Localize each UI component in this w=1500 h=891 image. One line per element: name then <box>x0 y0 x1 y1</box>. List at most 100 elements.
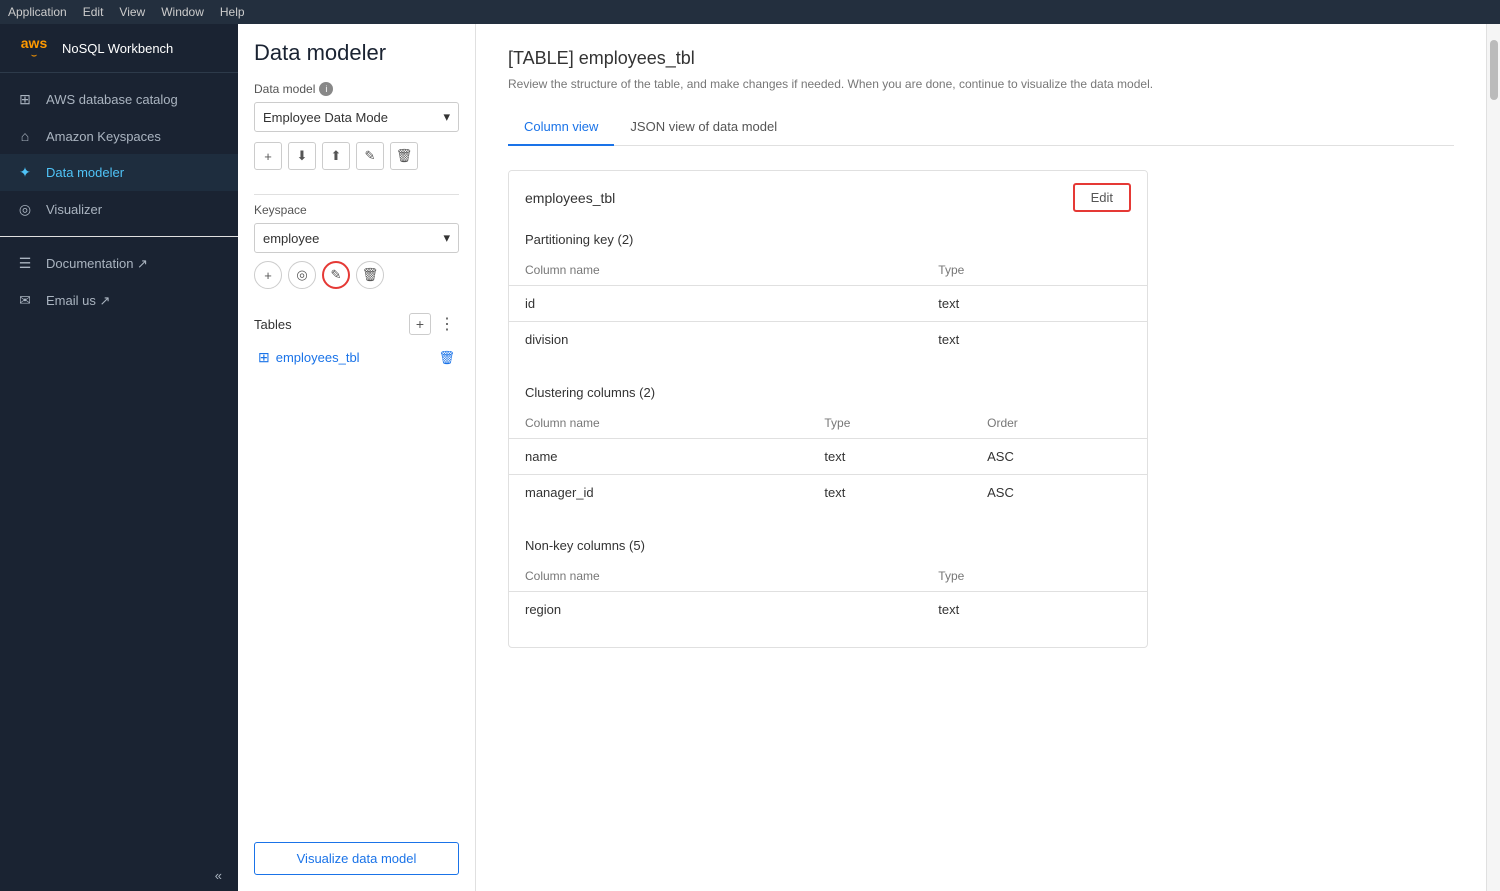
content-subtitle: Review the structure of the table, and m… <box>508 77 1454 91</box>
tables-title: Tables <box>254 317 292 332</box>
table-row: region text <box>509 592 1147 628</box>
sidebar-item-keyspaces[interactable]: ⌂ Amazon Keyspaces <box>0 118 238 154</box>
sidebar-item-documentation[interactable]: ☰ Documentation ↗ <box>0 245 238 282</box>
clustering-columns-table: Column name Type Order name text ASC man… <box>509 408 1147 510</box>
tables-menu-button[interactable]: ⋮ <box>435 314 459 334</box>
data-model-label: Data model i <box>254 82 459 96</box>
sidebar-item-visualizer[interactable]: ◎ Visualizer <box>0 191 238 228</box>
table-card-name: employees_tbl <box>525 190 615 206</box>
partitioning-key-title: Partitioning key (2) <box>509 224 1147 255</box>
clustering-columns-section: Clustering columns (2) Column name Type … <box>509 377 1147 510</box>
email-icon: ✉ <box>16 292 34 309</box>
menu-application[interactable]: Application <box>8 5 67 19</box>
cell-column-name: manager_id <box>509 475 808 511</box>
sidebar-item-label: Email us ↗ <box>46 293 110 309</box>
cell-type: text <box>922 286 1147 322</box>
sidebar-collapse-button[interactable]: « <box>0 860 238 891</box>
home-icon: ⌂ <box>16 128 34 144</box>
delete-model-button[interactable]: 🗑 <box>390 142 418 170</box>
sidebar: aws ⌣ NoSQL Workbench ⊞ AWS database cat… <box>0 24 238 891</box>
grid-icon: ⊞ <box>16 91 34 108</box>
sidebar-item-aws-catalog[interactable]: ⊞ AWS database catalog <box>0 81 238 118</box>
aws-text: aws <box>21 36 47 50</box>
scrollbar[interactable] <box>1486 24 1500 891</box>
aws-logo-icon: aws ⌣ <box>16 36 52 60</box>
visualize-data-model-button[interactable]: Visualize data model <box>254 842 459 875</box>
col-header-type: Type <box>922 561 1147 592</box>
tabs-row: Column view JSON view of data model <box>508 111 1454 146</box>
data-model-value: Employee Data Mode <box>263 110 388 125</box>
info-icon: i <box>319 82 333 96</box>
chevron-down-icon: ▾ <box>443 230 450 246</box>
non-key-columns-title: Non-key columns (5) <box>509 530 1147 561</box>
main-content: [TABLE] employees_tbl Review the structu… <box>476 24 1486 891</box>
non-key-columns-section: Non-key columns (5) Column name Type reg… <box>509 530 1147 627</box>
sidebar-logo: aws ⌣ NoSQL Workbench <box>0 24 238 73</box>
download-model-button[interactable]: ⬇ <box>288 142 316 170</box>
panel-title: Data modeler <box>254 40 459 66</box>
partitioning-key-section: Partitioning key (2) Column name Type id… <box>509 224 1147 357</box>
col-header-type: Type <box>922 255 1147 286</box>
app-title: NoSQL Workbench <box>62 41 173 56</box>
keyspace-section: Keyspace employee ▾ + ◎ ✎ 🗑 <box>254 203 459 301</box>
menu-window[interactable]: Window <box>161 5 204 19</box>
cell-column-name: name <box>509 439 808 475</box>
cell-column-name: region <box>509 592 922 628</box>
table-icon: ⊞ <box>258 349 270 366</box>
sidebar-item-label: Data modeler <box>46 165 124 180</box>
sidebar-item-data-modeler[interactable]: ✦ Data modeler <box>0 154 238 191</box>
menu-bar: Application Edit View Window Help <box>0 0 1500 24</box>
cell-order: ASC <box>971 439 1147 475</box>
modeler-icon: ✦ <box>16 164 34 181</box>
content-title: [TABLE] employees_tbl <box>508 48 1454 69</box>
col-header-name: Column name <box>509 255 922 286</box>
keyspace-value: employee <box>263 231 319 246</box>
keyspace-dropdown[interactable]: employee ▾ <box>254 223 459 253</box>
non-key-columns-table: Column name Type region text <box>509 561 1147 627</box>
doc-icon: ☰ <box>16 255 34 272</box>
view-keyspace-button[interactable]: ◎ <box>288 261 316 289</box>
cell-type: text <box>922 322 1147 358</box>
sidebar-item-label: AWS database catalog <box>46 92 178 107</box>
col-header-type: Type <box>808 408 971 439</box>
col-header-name: Column name <box>509 561 922 592</box>
menu-edit[interactable]: Edit <box>83 5 104 19</box>
table-row: name text ASC <box>509 439 1147 475</box>
add-keyspace-button[interactable]: + <box>254 261 282 289</box>
cell-column-name: division <box>509 322 922 358</box>
upload-model-button[interactable]: ⬆ <box>322 142 350 170</box>
keyspace-toolbar: + ◎ ✎ 🗑 <box>254 261 459 289</box>
data-model-toolbar: + ⬇ ⬆ ✎ 🗑 <box>254 142 459 170</box>
add-table-button[interactable]: + <box>409 313 431 335</box>
cell-order: ASC <box>971 475 1147 511</box>
sidebar-item-label: Documentation ↗ <box>46 256 148 272</box>
cell-type: text <box>808 475 971 511</box>
edit-keyspace-button[interactable]: ✎ <box>322 261 350 289</box>
table-row: manager_id text ASC <box>509 475 1147 511</box>
edit-table-button[interactable]: Edit <box>1073 183 1131 212</box>
clustering-columns-title: Clustering columns (2) <box>509 377 1147 408</box>
table-list-item[interactable]: ⊞ employees_tbl 🗑 <box>254 343 459 372</box>
menu-view[interactable]: View <box>119 5 145 19</box>
eye-icon: ◎ <box>16 201 34 218</box>
scrollbar-thumb <box>1490 40 1498 100</box>
cell-type: text <box>808 439 971 475</box>
tab-json-view[interactable]: JSON view of data model <box>614 111 793 146</box>
delete-keyspace-button[interactable]: 🗑 <box>356 261 384 289</box>
col-header-order: Order <box>971 408 1147 439</box>
tables-section: Tables + ⋮ ⊞ employees_tbl 🗑 <box>254 313 459 826</box>
tables-header: Tables + ⋮ <box>254 313 459 335</box>
table-card-header: employees_tbl Edit <box>509 171 1147 224</box>
data-model-dropdown[interactable]: Employee Data Mode ▾ <box>254 102 459 132</box>
edit-model-button[interactable]: ✎ <box>356 142 384 170</box>
sidebar-item-label: Amazon Keyspaces <box>46 129 161 144</box>
cell-column-name: id <box>509 286 922 322</box>
add-model-button[interactable]: + <box>254 142 282 170</box>
delete-table-icon[interactable]: 🗑 <box>438 350 455 366</box>
sidebar-item-email[interactable]: ✉ Email us ↗ <box>0 282 238 319</box>
table-card: employees_tbl Edit Partitioning key (2) … <box>508 170 1148 648</box>
app-layout: aws ⌣ NoSQL Workbench ⊞ AWS database cat… <box>0 24 1500 891</box>
tab-column-view[interactable]: Column view <box>508 111 614 146</box>
menu-help[interactable]: Help <box>220 5 245 19</box>
sidebar-nav: ⊞ AWS database catalog ⌂ Amazon Keyspace… <box>0 73 238 860</box>
